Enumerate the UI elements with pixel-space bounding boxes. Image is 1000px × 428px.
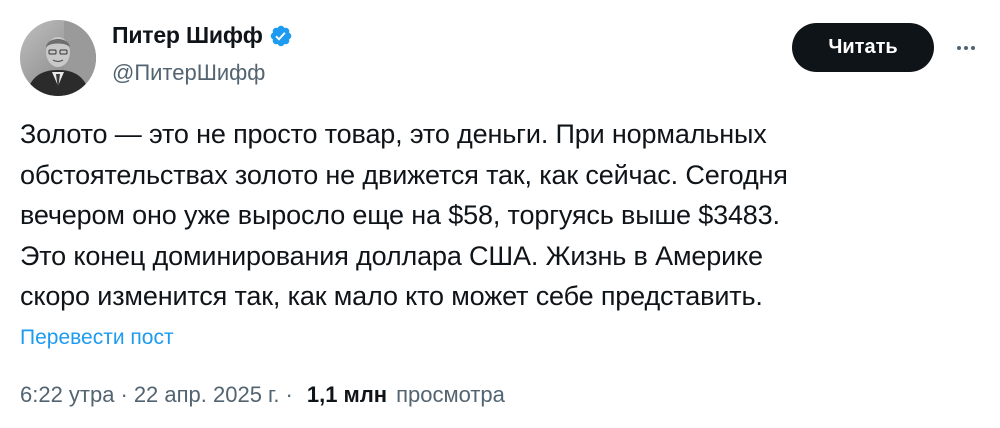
follow-button[interactable]: Читать bbox=[792, 23, 934, 72]
meta-separator: · bbox=[120, 382, 128, 407]
verified-badge-icon bbox=[270, 25, 291, 46]
tweet-text-line: Это конец доминирования доллара США. Жиз… bbox=[20, 240, 763, 271]
tweet-text-line: обстоятельствах золото не движется так, … bbox=[20, 159, 788, 190]
author-handle[interactable]: @ПитерШифф bbox=[112, 60, 265, 86]
views-label: просмотра bbox=[396, 382, 505, 407]
views-count: 1,1 млн bbox=[306, 382, 388, 407]
meta-separator: · bbox=[285, 382, 293, 407]
translate-post-link[interactable]: Перевести пост bbox=[20, 326, 174, 350]
tweet-text: Золото — это не просто товар, это деньги… bbox=[20, 114, 980, 317]
tweet-text-line: вечером оно уже выросло еще на $58, торг… bbox=[20, 200, 780, 230]
avatar-photo bbox=[20, 20, 96, 96]
tweet-text-line: скоро изменится так, как мало кто может … bbox=[20, 281, 763, 311]
author-name-text[interactable]: Питер Шифф bbox=[112, 22, 263, 49]
tweet-text-line: Золото — это не просто товар, это деньги… bbox=[20, 119, 767, 149]
avatar[interactable] bbox=[20, 20, 96, 96]
post-date[interactable]: 22 апр. 2025 г. bbox=[134, 382, 280, 408]
tweet-card: Питер Шифф @ПитерШифф Читать Золото — эт… bbox=[0, 0, 1000, 428]
post-time[interactable]: 6:22 утра bbox=[20, 382, 114, 408]
tweet-meta: 6:22 утра · 22 апр. 2025 г. · 1,1 млн пр… bbox=[20, 382, 505, 408]
more-dots-icon[interactable] bbox=[948, 34, 984, 62]
author-name[interactable]: Питер Шифф bbox=[112, 22, 293, 49]
